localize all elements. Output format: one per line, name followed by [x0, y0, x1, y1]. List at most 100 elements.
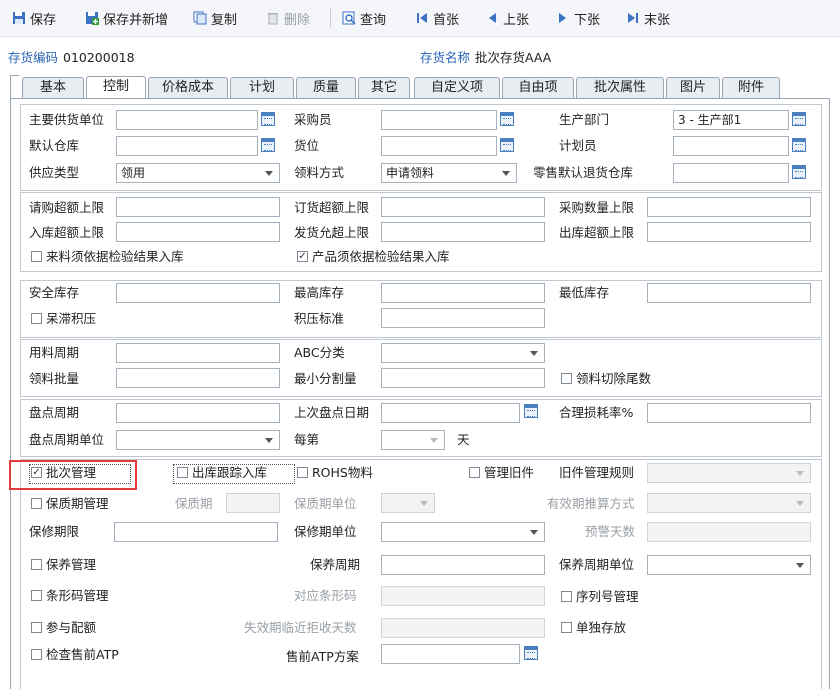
tab-quality[interactable]: 质量: [296, 77, 356, 98]
reference-picker-icon[interactable]: [500, 112, 514, 126]
location-input[interactable]: [381, 136, 497, 156]
requisition-over-limit-input[interactable]: [116, 197, 280, 217]
reference-picker-icon[interactable]: [792, 112, 806, 126]
planner-input[interactable]: [673, 136, 789, 156]
serial-mgmt-checkbox[interactable]: [561, 591, 572, 602]
reference-picker-icon[interactable]: [792, 165, 806, 179]
tab-attachment[interactable]: 附件: [722, 77, 780, 98]
check-atp-checkbox[interactable]: [31, 649, 42, 660]
old-parts-rule-select[interactable]: [647, 463, 811, 483]
default-warehouse-input[interactable]: [116, 136, 258, 156]
calendar-icon[interactable]: [524, 404, 538, 418]
retail-return-warehouse-label: 零售默认退货仓库: [533, 165, 634, 180]
shipment-over-limit-input[interactable]: [381, 222, 545, 242]
reference-picker-icon[interactable]: [500, 138, 514, 152]
tab-control[interactable]: 控制: [86, 76, 146, 99]
copy-button[interactable]: 复制: [193, 9, 237, 28]
outbound-trace-label: 出库跟踪入库: [192, 465, 268, 480]
sluggish-checkbox[interactable]: [31, 313, 42, 324]
tab-custom-items[interactable]: 自定义项: [414, 77, 500, 98]
usage-cycle-input[interactable]: [116, 343, 280, 363]
every-select[interactable]: [381, 430, 445, 450]
prev-button[interactable]: 上张: [485, 9, 529, 28]
inventory-name-value: 批次存货AAA: [475, 50, 552, 65]
outbound-trace-checkbox[interactable]: [177, 467, 188, 478]
first-button[interactable]: 首张: [415, 9, 459, 28]
backlog-standard-input[interactable]: [381, 308, 545, 328]
last-button[interactable]: 末张: [626, 9, 670, 28]
inbound-over-limit-input[interactable]: [116, 222, 280, 242]
dropdown-arrow-icon: [265, 171, 273, 176]
max-stock-input[interactable]: [381, 283, 545, 303]
dropdown-arrow-icon: [430, 438, 438, 443]
barcode-mgmt-checkbox[interactable]: [31, 590, 42, 601]
min-stock-input[interactable]: [647, 283, 811, 303]
warranty-period-input[interactable]: [114, 522, 278, 542]
reference-picker-icon[interactable]: [261, 112, 275, 126]
shelf-life-input[interactable]: [226, 493, 280, 513]
warranty-unit-select[interactable]: [381, 522, 545, 542]
delete-button[interactable]: 删除: [266, 9, 310, 28]
warning-days-input[interactable]: [647, 522, 811, 542]
safety-stock-label: 安全库存: [29, 285, 80, 300]
rohs-checkbox[interactable]: [297, 467, 308, 478]
tab-other[interactable]: 其它: [358, 77, 410, 98]
tab-free-items[interactable]: 自由项: [502, 77, 574, 98]
tab-batch-attributes[interactable]: 批次属性: [576, 77, 664, 98]
query-button[interactable]: 查询: [342, 9, 386, 28]
order-over-limit-input[interactable]: [381, 197, 545, 217]
barcode-map-input[interactable]: [381, 586, 545, 606]
reference-picker-icon[interactable]: [792, 138, 806, 152]
maintenance-cycle-unit-select[interactable]: [647, 555, 811, 575]
issue-batch-input[interactable]: [116, 368, 280, 388]
next-button[interactable]: 下张: [556, 9, 601, 28]
maintenance-cycle-input[interactable]: [381, 555, 545, 575]
reference-picker-icon[interactable]: [524, 646, 538, 660]
atp-plan-input[interactable]: [381, 644, 520, 664]
floppy-plus-icon: [86, 12, 99, 25]
loss-rate-input[interactable]: [647, 403, 811, 423]
shelf-life-mgmt-checkbox[interactable]: [31, 498, 42, 509]
abc-class-label: ABC分类: [294, 345, 345, 360]
count-cycle-input[interactable]: [116, 403, 280, 423]
product-inspection-checkbox[interactable]: ✓: [297, 251, 308, 262]
floppy-disk-icon: [13, 12, 25, 24]
quota-checkbox[interactable]: [31, 622, 42, 633]
copy-icon: [193, 11, 207, 25]
planner-label: 计划员: [559, 138, 597, 153]
tab-price-cost[interactable]: 价格成本: [148, 77, 228, 98]
reference-picker-icon[interactable]: [261, 138, 275, 152]
retail-return-warehouse-input[interactable]: [673, 163, 789, 183]
tab-plan[interactable]: 计划: [230, 77, 294, 98]
single-store-checkbox[interactable]: [561, 622, 572, 633]
production-dept-input[interactable]: 3 - 生产部1: [673, 110, 789, 130]
save-and-new-button[interactable]: 保存并新增: [85, 9, 168, 28]
incoming-inspection-checkbox[interactable]: [31, 251, 42, 262]
issue-method-select[interactable]: 申请领料: [381, 163, 517, 183]
purchase-qty-limit-input[interactable]: [647, 197, 811, 217]
last-count-date-input[interactable]: [381, 403, 520, 423]
supply-type-select[interactable]: 领用: [116, 163, 280, 183]
buyer-input[interactable]: [381, 110, 497, 130]
count-cycle-unit-select[interactable]: [116, 430, 280, 450]
main-supplier-input[interactable]: [116, 110, 258, 130]
batch-management-checkbox[interactable]: ✓: [31, 467, 42, 478]
shelf-life-unit-select[interactable]: [381, 493, 435, 513]
safety-stock-input[interactable]: [116, 283, 280, 303]
expiry-calc-select[interactable]: [647, 493, 811, 513]
backlog-standard-label: 积压标准: [294, 311, 345, 326]
save-button[interactable]: 保存: [12, 9, 56, 28]
tab-picture[interactable]: 图片: [666, 77, 720, 98]
dropdown-arrow-icon: [502, 171, 510, 176]
min-split-input[interactable]: [381, 368, 545, 388]
delete-icon: [268, 13, 278, 25]
outbound-over-limit-input[interactable]: [647, 222, 811, 242]
reject-days-input[interactable]: [381, 618, 545, 638]
next-label: 下张: [574, 12, 601, 28]
cut-tail-checkbox[interactable]: [561, 373, 572, 384]
maintenance-mgmt-checkbox[interactable]: [31, 559, 42, 570]
abc-class-select[interactable]: [381, 343, 545, 363]
tab-basic[interactable]: 基本: [22, 77, 84, 98]
sluggish-label: 呆滞积压: [46, 311, 97, 326]
old-parts-checkbox[interactable]: [469, 467, 480, 478]
